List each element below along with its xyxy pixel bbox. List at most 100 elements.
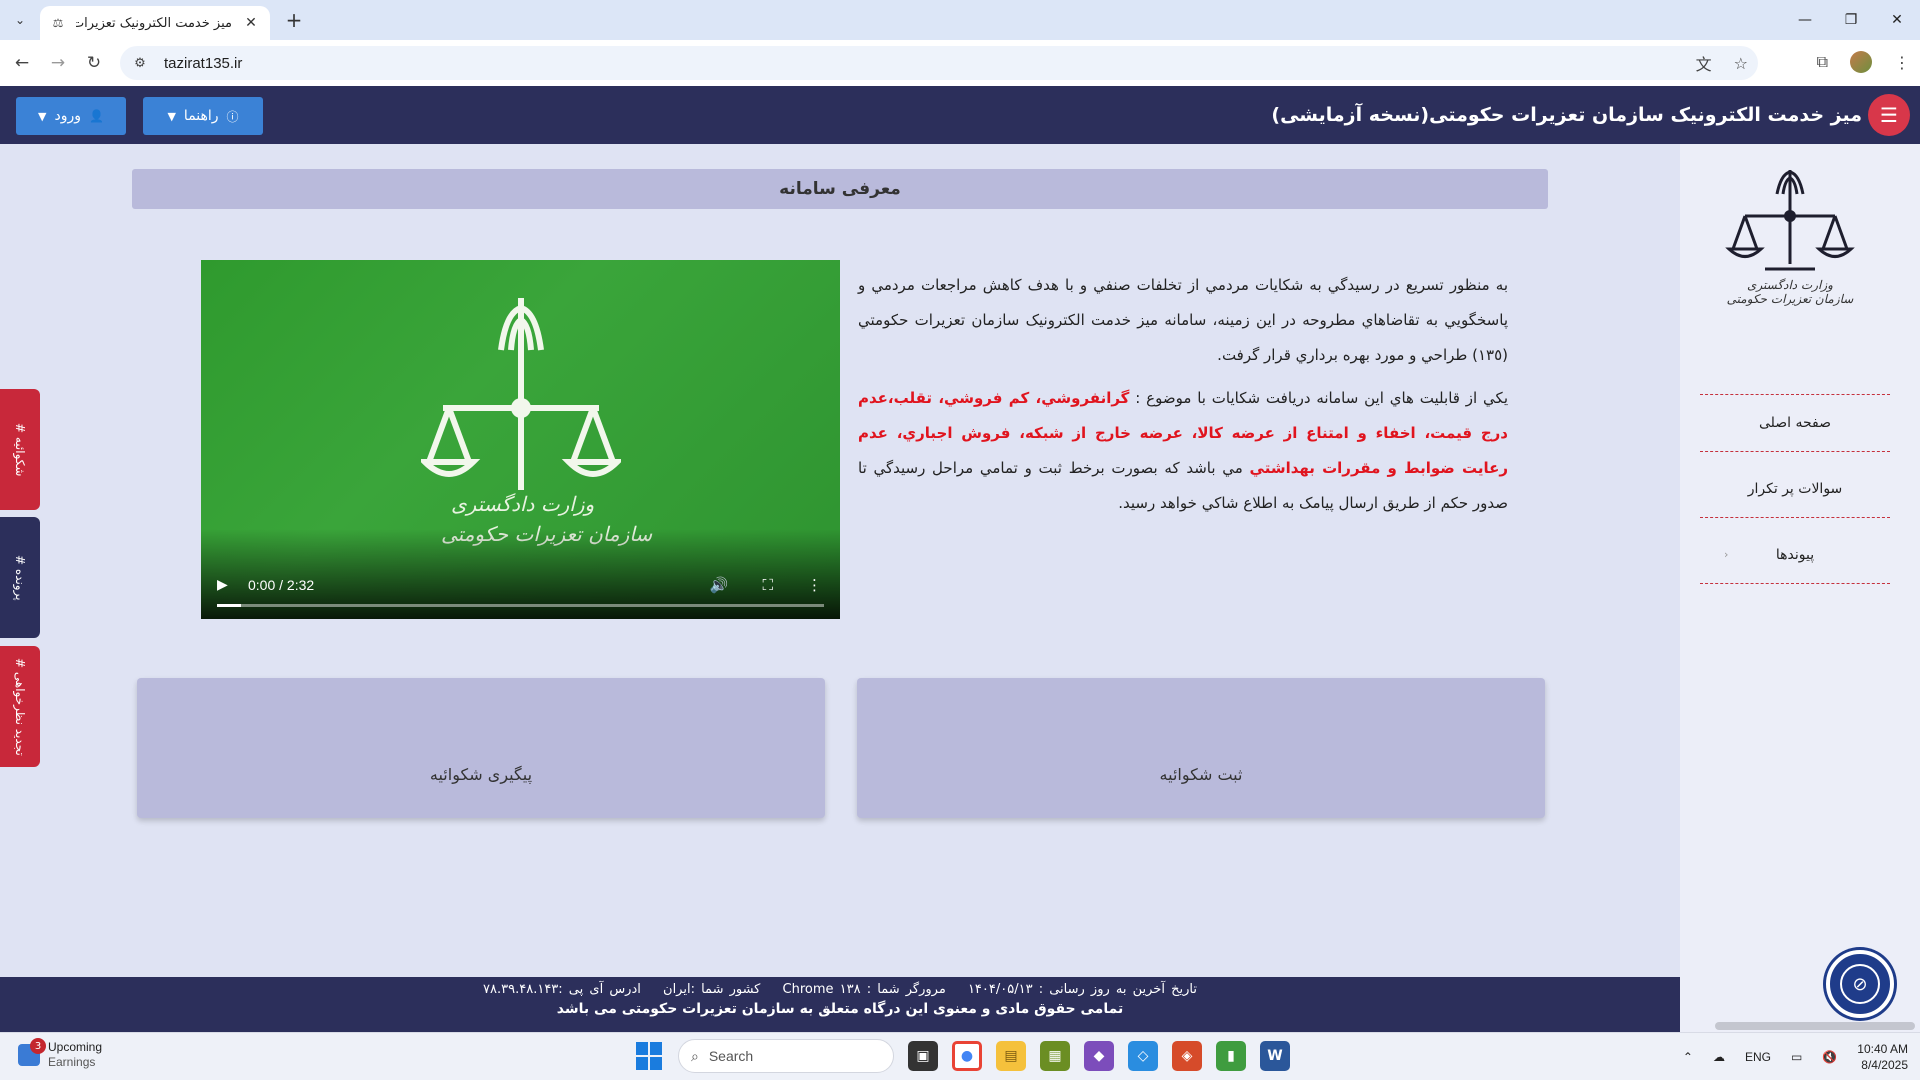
logo-caption-org: سازمان تعزیرات حکومتی bbox=[1726, 292, 1854, 306]
close-window-icon[interactable]: ✕ bbox=[1874, 0, 1920, 40]
widgets-button[interactable]: 3 Upcoming Earnings bbox=[18, 1038, 102, 1070]
left-tab-complaint[interactable]: # شکوائیه bbox=[0, 389, 40, 510]
left-tab-appeal[interactable]: # تجدید نظرخواهی bbox=[0, 646, 40, 767]
footer-last-update: تاریخ آخرین به روز رسانی : ۱۴۰۴/۰۵/۱۳ bbox=[967, 982, 1197, 997]
vscode-icon[interactable]: ◇ bbox=[1128, 1041, 1158, 1071]
chevron-down-icon: ▼ bbox=[167, 109, 176, 123]
address-bar[interactable]: ⚙ tazirat135.ir 文 ☆ bbox=[120, 46, 1758, 80]
guide-button[interactable]: ⓘ راهنما ▼ bbox=[143, 97, 263, 135]
card-label: پیگیری شکوائیه bbox=[429, 765, 533, 784]
visual-studio-icon[interactable]: ◆ bbox=[1084, 1041, 1114, 1071]
site-header: ☰ میز خدمت الکترونیک سازمان تعزیرات حکوم… bbox=[0, 86, 1920, 144]
system-tray: ⌃ ☁ ENG ▭ 🔇 10:40 AM 8/4/2025 bbox=[1683, 1033, 1908, 1080]
left-tab-case[interactable]: # پرونده bbox=[0, 517, 40, 638]
hamburger-menu-icon[interactable]: ☰ bbox=[1868, 94, 1910, 136]
clock-date: 8/4/2025 bbox=[1861, 1058, 1908, 1072]
language-indicator[interactable]: ENG bbox=[1745, 1050, 1771, 1064]
display-icon[interactable]: ▭ bbox=[1791, 1050, 1802, 1064]
intro-p2-pre: يكي از قابليت هاي اين سامانه دريافت شكاي… bbox=[1129, 389, 1508, 407]
sidebar-item-links[interactable]: پیوندها ‹ bbox=[1700, 526, 1890, 584]
restore-icon[interactable]: ❐ bbox=[1828, 0, 1874, 40]
intro-text: به منظور تسريع در رسيدگي به شكايات مردمي… bbox=[858, 268, 1508, 521]
video-progress-bar[interactable] bbox=[217, 604, 824, 607]
sidebar-item-label: سوالات پر تکرار bbox=[1747, 480, 1843, 497]
reload-icon[interactable]: ↻ bbox=[82, 51, 106, 75]
user-icon: 👤 bbox=[89, 109, 104, 123]
chevron-down-icon: ▼ bbox=[38, 109, 47, 123]
clock[interactable]: 10:40 AM 8/4/2025 bbox=[1857, 1041, 1908, 1073]
stack-app-icon[interactable]: ◈ bbox=[1172, 1041, 1202, 1071]
word-icon[interactable]: W bbox=[1260, 1041, 1290, 1071]
video-time: 0:00 / 2:32 bbox=[248, 577, 315, 593]
profile-avatar[interactable] bbox=[1850, 51, 1872, 73]
volume-icon[interactable]: 🔊 bbox=[710, 576, 729, 594]
widget-badge: 3 bbox=[30, 1038, 46, 1054]
tab-search-icon[interactable]: ⌄ bbox=[8, 8, 32, 32]
intro-paragraph-1: به منظور تسريع در رسيدگي به شكايات مردمي… bbox=[858, 276, 1508, 364]
video-controls: ▶ 0:00 / 2:32 🔊 ⛶ ⋮ bbox=[201, 529, 840, 619]
site-footer: تاریخ آخرین به روز رسانی : ۱۴۰۴/۰۵/۱۳ مر… bbox=[0, 977, 1680, 1032]
register-complaint-card[interactable]: ثبت شکوائیه bbox=[857, 678, 1545, 818]
sidebar: وزارت دادگستری سازمان تعزیرات حکومتی صفح… bbox=[1680, 144, 1920, 1032]
footer-ip: ادرس آی پی :۷۸.۳۹.۴۸.۱۴۳ bbox=[483, 982, 641, 997]
search-placeholder: Search bbox=[708, 1048, 754, 1064]
tab-title: میز خدمت الکترونیک تعزیرات حکو bbox=[76, 15, 232, 31]
sidebar-item-label: پیوندها bbox=[1775, 546, 1815, 563]
notebook-icon[interactable]: ▮ bbox=[1216, 1041, 1246, 1071]
extensions-icon[interactable]: ⧉ bbox=[1817, 52, 1828, 72]
intro-paragraph-2: يكي از قابليت هاي اين سامانه دريافت شكاي… bbox=[858, 381, 1508, 521]
cloud-off-icon[interactable]: ☁ bbox=[1713, 1050, 1725, 1064]
taskbar-search[interactable]: ⌕ Search bbox=[678, 1039, 894, 1073]
forward-icon[interactable]: → bbox=[46, 51, 70, 75]
browser-tab[interactable]: ⚖ میز خدمت الکترونیک تعزیرات حکو ✕ bbox=[40, 6, 270, 40]
site-favicon-icon: ⚖ bbox=[52, 16, 64, 30]
file-explorer-icon[interactable]: ▤ bbox=[996, 1041, 1026, 1071]
sidebar-item-faq[interactable]: سوالات پر تکرار bbox=[1700, 460, 1890, 518]
footer-info: تاریخ آخرین به روز رسانی : ۱۴۰۴/۰۵/۱۳ مر… bbox=[0, 977, 1680, 997]
show-hidden-icons-icon[interactable]: ⌃ bbox=[1683, 1050, 1693, 1064]
search-icon: ⌕ bbox=[691, 1047, 699, 1064]
fullscreen-icon[interactable]: ⛶ bbox=[762, 576, 773, 594]
login-button[interactable]: 👤 ورود ▼ bbox=[16, 97, 126, 135]
video-progress-fill bbox=[217, 604, 242, 607]
new-tab-button[interactable]: + bbox=[282, 8, 306, 32]
sidebar-scrollbar[interactable] bbox=[1715, 1022, 1915, 1030]
bookmark-star-icon[interactable]: ☆ bbox=[1734, 54, 1748, 73]
track-complaint-card[interactable]: پیگیری شکوائیه bbox=[137, 678, 825, 818]
minimize-icon[interactable]: — bbox=[1782, 0, 1828, 40]
widget-subtitle: Earnings bbox=[48, 1055, 96, 1069]
chrome-icon[interactable]: ● bbox=[952, 1041, 982, 1071]
url-text[interactable]: tazirat135.ir bbox=[164, 55, 242, 72]
video-menu-icon[interactable]: ⋮ bbox=[807, 576, 822, 594]
clock-time: 10:40 AM bbox=[1857, 1042, 1908, 1056]
intro-video-player[interactable]: وزارت دادگستری سازمان تعزیرات حکومتی ▶ 0… bbox=[201, 260, 840, 619]
tab-close-icon[interactable]: ✕ bbox=[242, 14, 260, 32]
logo-caption-ministry: وزارت دادگستری bbox=[1747, 278, 1833, 292]
accessibility-button[interactable]: ⊘ bbox=[1826, 950, 1894, 1018]
scales-emblem-icon bbox=[1725, 170, 1855, 271]
play-icon[interactable]: ▶ bbox=[217, 577, 228, 593]
browser-menu-icon[interactable]: ⋮ bbox=[1894, 53, 1910, 72]
left-tab-label: # تجدید نظرخواهی bbox=[13, 657, 27, 756]
site-info-icon[interactable]: ⚙ bbox=[130, 53, 150, 73]
translate-icon[interactable]: 文 bbox=[1696, 51, 1712, 75]
help-circle-icon: ⓘ bbox=[226, 109, 239, 124]
task-view-icon[interactable]: ▣ bbox=[908, 1041, 938, 1071]
volume-muted-icon[interactable]: 🔇 bbox=[1822, 1050, 1837, 1064]
video-caption-ministry: وزارت دادگستری bbox=[451, 492, 595, 516]
sidebar-item-label: صفحه اصلی bbox=[1758, 415, 1832, 431]
taskbar: 3 Upcoming Earnings ⌕ Search ▣ ● ▤ ▦ ◆ ◇… bbox=[0, 1032, 1920, 1080]
chevron-left-icon: ‹ bbox=[1724, 548, 1729, 561]
back-icon[interactable]: ← bbox=[10, 51, 34, 75]
network-app-icon[interactable]: ▦ bbox=[1040, 1041, 1070, 1071]
footer-country: کشور شما :ایران bbox=[663, 982, 761, 997]
site-title: میز خدمت الکترونیک سازمان تعزیرات حکومتی… bbox=[1271, 104, 1862, 126]
sidebar-item-home[interactable]: صفحه اصلی bbox=[1700, 394, 1890, 452]
taskbar-apps: ⌕ Search ▣ ● ▤ ▦ ◆ ◇ ◈ ▮ W bbox=[636, 1039, 1290, 1073]
browser-tab-bar: ⌄ ⚖ میز خدمت الکترونیک تعزیرات حکو ✕ + —… bbox=[0, 0, 1920, 40]
stocks-icon: 3 bbox=[18, 1038, 46, 1066]
start-windows-icon[interactable] bbox=[636, 1042, 664, 1070]
guide-label: راهنما bbox=[183, 108, 219, 124]
window-controls: — ❐ ✕ bbox=[1782, 0, 1920, 40]
left-tab-label: # شکوائیه bbox=[13, 422, 27, 477]
